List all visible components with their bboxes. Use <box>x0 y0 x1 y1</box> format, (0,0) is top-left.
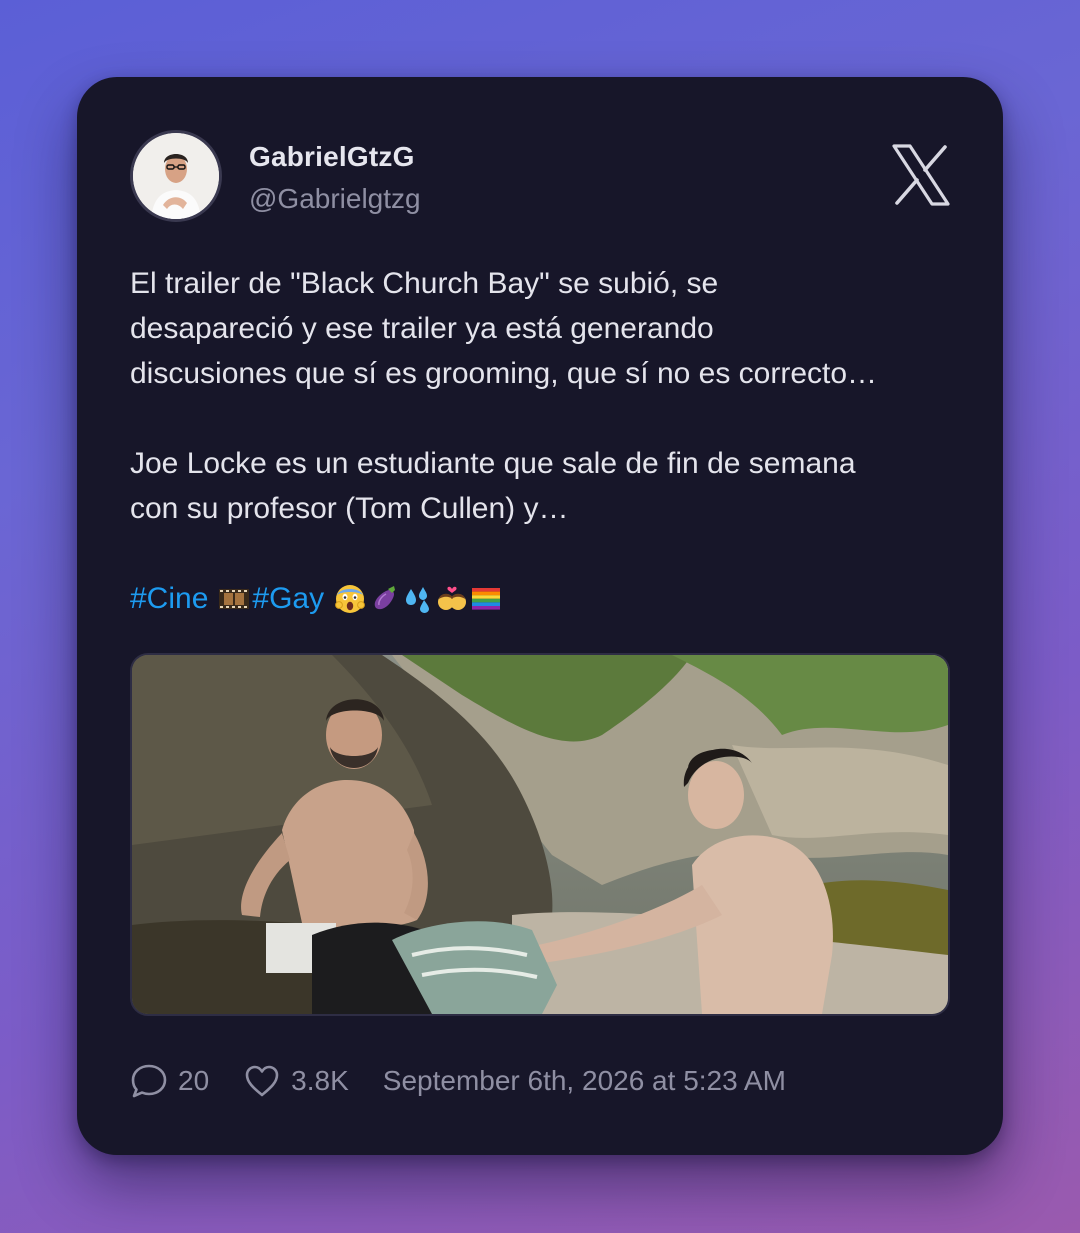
tweet-text: El trailer de "Black Church Bay" se subi… <box>130 261 960 621</box>
film-frames-emoji <box>219 588 250 609</box>
tweet-line: con su profesor (Tom Cullen) y… <box>130 492 569 525</box>
reply-stat[interactable]: 20 <box>130 1062 209 1100</box>
hashtag-line: #Cine #Gay <box>130 576 960 621</box>
tweet-line: desapareció y ese trailer ya está genera… <box>130 312 714 345</box>
author-avatar[interactable] <box>130 130 222 222</box>
photo-image <box>132 655 948 1014</box>
screaming-face-emoji <box>335 584 366 613</box>
tweet-card: GabrielGtzG @Gabrielgtzg El trailer de "… <box>77 77 1003 1155</box>
tweet-media-photo[interactable] <box>130 653 950 1016</box>
like-stat[interactable]: 3.8K <box>243 1062 349 1100</box>
avatar-photo <box>133 133 219 219</box>
tweet-line: El trailer de "Black Church Bay" se subi… <box>130 267 719 300</box>
reply-bubble-icon <box>131 1064 167 1098</box>
x-logo-icon[interactable] <box>892 144 950 206</box>
tweet-footer: 20 3.8K September 6th, 2026 at 5:23 AM <box>130 1059 786 1103</box>
author-display-name[interactable]: GabrielGtzG <box>249 141 415 173</box>
kiss-couple-emoji <box>438 586 467 610</box>
hashtag-cine[interactable]: #Cine <box>130 576 208 621</box>
sweat-droplets-emoji <box>406 586 430 613</box>
tweet-line: discusiones que sí es grooming, que sí n… <box>130 357 878 390</box>
tweet-line: Joe Locke es un estudiante que sale de f… <box>130 447 856 480</box>
tweet-timestamp[interactable]: September 6th, 2026 at 5:23 AM <box>383 1065 786 1097</box>
author-handle[interactable]: @Gabrielgtzg <box>249 183 421 215</box>
like-count: 3.8K <box>291 1065 349 1096</box>
heart-icon <box>245 1065 279 1097</box>
hashtag-gay[interactable]: #Gay <box>252 576 324 621</box>
reply-count: 20 <box>178 1065 210 1096</box>
eggplant-emoji <box>374 585 396 609</box>
rainbow-flag-emoji <box>472 587 501 610</box>
